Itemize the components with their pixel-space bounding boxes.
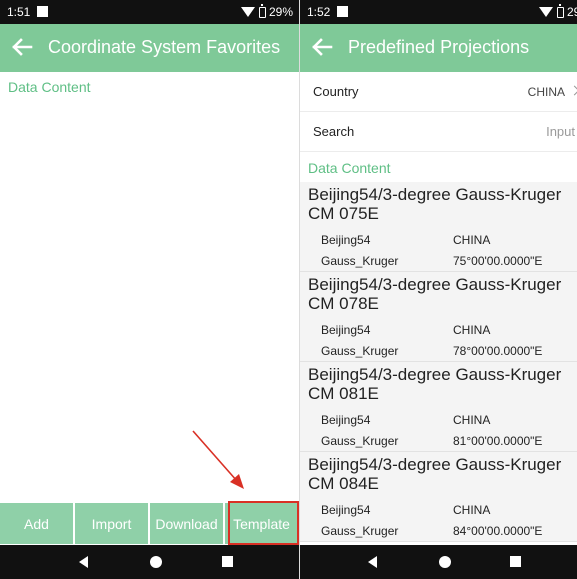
- country-label: Country: [313, 84, 359, 99]
- battery-icon: [258, 4, 266, 18]
- back-arrow-icon[interactable]: [10, 35, 34, 59]
- central-meridian: 81°00'00.0000"E: [453, 434, 543, 448]
- central-meridian: 78°00'00.0000"E: [453, 344, 543, 358]
- status-bar: 1:52 29%: [300, 0, 577, 24]
- status-right: 29%: [240, 4, 293, 19]
- system-nav-bar: [300, 545, 577, 579]
- add-button[interactable]: Add: [0, 503, 73, 544]
- template-button[interactable]: Template: [225, 503, 298, 544]
- projection-type: Gauss_Kruger: [321, 344, 399, 358]
- wifi-icon: [240, 7, 255, 17]
- battery-percent: 29%: [268, 5, 293, 19]
- nav-recent-icon[interactable]: [510, 556, 521, 567]
- central-meridian: 75°00'00.0000"E: [453, 254, 543, 268]
- back-arrow-icon[interactable]: [310, 35, 334, 59]
- projection-list: Beijing54/3-degree Gauss-Kruger CM 075E …: [300, 182, 577, 545]
- projection-title: Beijing54/3-degree Gauss-Kruger CM 075E: [308, 185, 562, 223]
- section-label-data-content: Data Content: [308, 160, 391, 176]
- projection-datum: Beijing54: [321, 503, 371, 517]
- page-title: Coordinate System Favorites: [48, 37, 281, 57]
- projection-country: CHINA: [453, 233, 491, 247]
- list-item[interactable]: Beijing54/3-degree Gauss-Kruger CM 075E …: [300, 182, 577, 272]
- projection-title: Beijing54/3-degree Gauss-Kruger CM 078E: [308, 275, 562, 313]
- nav-home-icon[interactable]: [439, 556, 451, 568]
- nav-back-icon[interactable]: [79, 556, 88, 568]
- status-right: 29%: [538, 4, 577, 19]
- projection-datum: Beijing54: [321, 323, 371, 337]
- search-input[interactable]: Input: [546, 124, 575, 139]
- projection-type: Gauss_Kruger: [321, 434, 399, 448]
- projection-title: Beijing54/3-degree Gauss-Kruger CM 081E: [308, 365, 562, 403]
- download-button[interactable]: Download: [150, 503, 223, 544]
- status-time: 1:51: [7, 5, 31, 19]
- projection-datum: Beijing54: [321, 413, 371, 427]
- list-item[interactable]: Beijing54/3-degree Gauss-Kruger CM 078E …: [300, 272, 577, 362]
- list-item[interactable]: Beijing54/3-degree Gauss-Kruger CM 081E …: [300, 362, 577, 452]
- central-meridian: 84°00'00.0000"E: [453, 524, 543, 538]
- right-screen: 1:52 29% Predefined Projections Country …: [300, 0, 577, 579]
- country-value: CHINA: [527, 85, 565, 99]
- projection-datum: Beijing54: [321, 233, 371, 247]
- app-bar: Coordinate System Favorites: [0, 24, 299, 72]
- status-bar: 1:51 29%: [0, 0, 299, 24]
- projection-title: Beijing54/3-degree Gauss-Kruger CM 084E: [308, 455, 562, 493]
- chevron-right-icon: [569, 85, 577, 96]
- app-bar: Predefined Projections: [300, 24, 577, 72]
- projection-type: Gauss_Kruger: [321, 254, 399, 268]
- list-item[interactable]: Beijing54/3-degree Gauss-Kruger CM 084E …: [300, 452, 577, 542]
- notification-icon: [37, 6, 48, 17]
- nav-recent-icon[interactable]: [222, 556, 233, 567]
- page-title: Predefined Projections: [348, 37, 530, 57]
- country-row[interactable]: Country CHINA: [300, 72, 577, 112]
- notification-icon: [337, 6, 348, 17]
- section-label-data-content: Data Content: [8, 79, 91, 95]
- projection-type: Gauss_Kruger: [321, 524, 399, 538]
- nav-home-icon[interactable]: [150, 556, 162, 568]
- left-screen: 1:51 29% Coordinate System Favorites Dat…: [0, 0, 299, 579]
- search-label: Search: [313, 124, 355, 139]
- projection-country: CHINA: [453, 323, 491, 337]
- wifi-icon: [538, 7, 553, 17]
- battery-percent: 29%: [566, 5, 577, 19]
- projection-country: CHINA: [453, 413, 491, 427]
- nav-back-icon[interactable]: [368, 556, 377, 568]
- search-row[interactable]: Search Input: [300, 112, 577, 152]
- action-button-bar: Add Import Download Template: [0, 503, 299, 545]
- system-nav-bar: [0, 545, 299, 579]
- projection-country: CHINA: [453, 503, 491, 517]
- import-button[interactable]: Import: [75, 503, 148, 544]
- status-time: 1:52: [307, 5, 331, 19]
- battery-icon: [556, 4, 564, 18]
